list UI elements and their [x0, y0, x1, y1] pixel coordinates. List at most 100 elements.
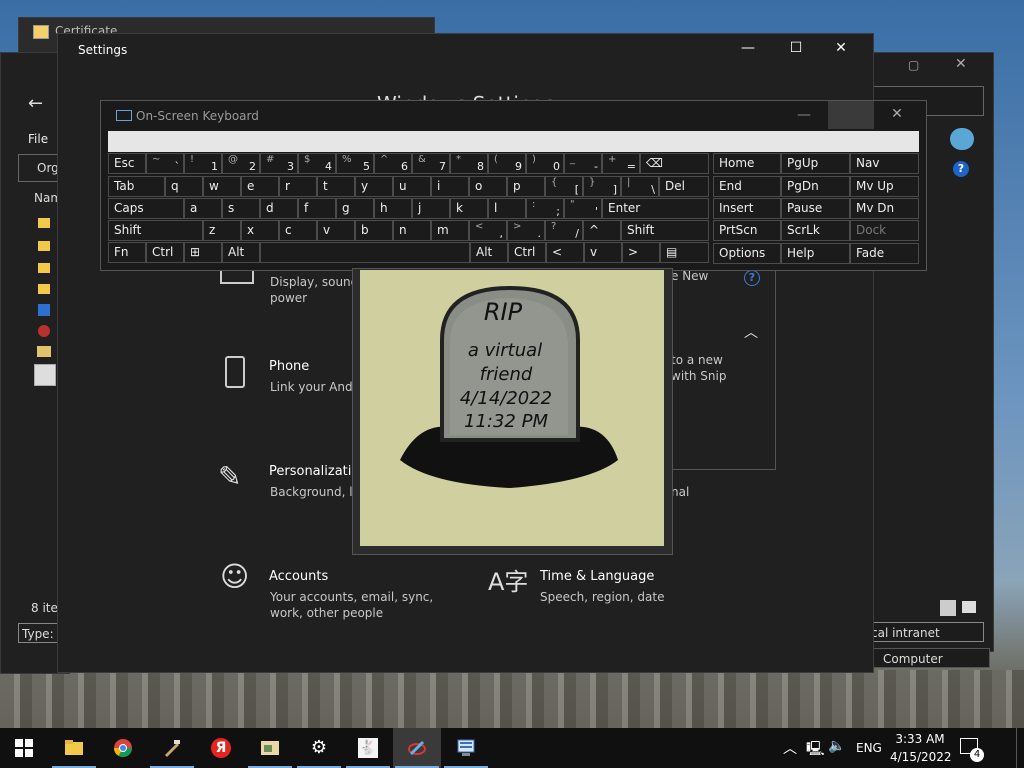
osk-key[interactable]: j [412, 198, 450, 219]
osk-key[interactable]: ^ [583, 220, 621, 241]
accounts-tile-title[interactable]: Accounts [269, 569, 328, 584]
osk-key[interactable]: v [317, 220, 355, 241]
osk-key[interactable]: ) 0 [526, 153, 564, 174]
osk-key[interactable]: a [184, 198, 222, 219]
osk-key[interactable]: u [393, 176, 431, 197]
osk-nav-key[interactable]: PgDn [781, 176, 850, 197]
osk-key[interactable]: & 7 [412, 153, 450, 174]
osk-key[interactable]: | \ [621, 176, 659, 197]
osk-key[interactable]: $4 [298, 153, 336, 174]
taskbar-paint[interactable] [393, 728, 441, 768]
details-view-icon[interactable] [940, 600, 956, 616]
osk-key[interactable]: o [469, 176, 507, 197]
document-icon[interactable] [38, 304, 50, 316]
clock-date[interactable]: 4/15/2022 [890, 750, 952, 764]
osk-key[interactable]: Alt [222, 242, 260, 263]
osk-nav-key[interactable]: Mv Dn [850, 198, 919, 219]
tray-chevron-up-icon[interactable]: ︿ [783, 738, 797, 758]
minimize-icon[interactable]: ▢ [908, 58, 919, 72]
osk-key[interactable]: b [355, 220, 393, 241]
osk-nav-key[interactable]: Insert [713, 198, 781, 219]
osk-nav-key[interactable]: Dock [850, 220, 919, 241]
shell-icon[interactable] [950, 128, 974, 150]
osk-key[interactable]: Shift [108, 220, 203, 241]
osk-key[interactable]: #3 [260, 153, 298, 174]
selected-file-icon[interactable] [34, 364, 56, 386]
osk-key[interactable]: z [203, 220, 241, 241]
osk-key[interactable]: ▤ [660, 242, 709, 263]
osk-key[interactable]: m [431, 220, 469, 241]
system-tile-subtitle[interactable]: Display, sound, power [270, 274, 362, 306]
osk-key[interactable] [260, 242, 470, 263]
osk-key[interactable]: s [222, 198, 260, 219]
osk-key[interactable]: + = [602, 153, 640, 174]
osk-key[interactable]: n [393, 220, 431, 241]
certificate-file-icon[interactable] [38, 325, 50, 337]
osk-key[interactable]: h [374, 198, 412, 219]
osk-key[interactable]: x [241, 220, 279, 241]
osk-key[interactable]: k [450, 198, 488, 219]
info-icon[interactable]: ? [744, 270, 760, 286]
osk-key[interactable]: * 8 [450, 153, 488, 174]
taskbar-image-viewer[interactable] [246, 728, 294, 768]
taskbar-network-app[interactable] [442, 728, 490, 768]
osk-nav-key[interactable]: End [713, 176, 781, 197]
folder-icon[interactable] [38, 263, 50, 273]
taskbar-rabbit-app[interactable]: 🐇 [344, 728, 392, 768]
taskbar-tool[interactable] [148, 728, 196, 768]
osk-key[interactable]: ~ ` [146, 153, 184, 174]
osk-key[interactable]: e [241, 176, 279, 197]
snip-text[interactable]: to a new with Snip [671, 352, 726, 384]
taskbar-yandex[interactable]: Я [197, 728, 245, 768]
osk-nav-key[interactable]: PgUp [781, 153, 850, 174]
osk-key[interactable]: _ - [564, 153, 602, 174]
taskbar-file-explorer[interactable] [50, 728, 98, 768]
osk-nav-key[interactable]: Pause [781, 198, 850, 219]
osk-key[interactable]: :; [526, 198, 564, 219]
osk-nav-key[interactable]: Nav [850, 153, 919, 174]
osk-key[interactable]: <, [469, 220, 507, 241]
osk-nav-key[interactable]: Options [713, 243, 781, 264]
settings-maximize-button[interactable]: ☐ [781, 40, 811, 56]
osk-close-button[interactable]: ✕ [882, 106, 912, 122]
osk-key[interactable]: < [546, 242, 584, 263]
osk-key[interactable]: y [355, 176, 393, 197]
folder-icon[interactable] [38, 218, 50, 228]
osk-key[interactable]: c [279, 220, 317, 241]
osk-key[interactable]: ^ 6 [374, 153, 412, 174]
osk-key[interactable]: d [260, 198, 298, 219]
large-icons-view-icon[interactable] [962, 601, 976, 613]
osk-key[interactable]: {[ [545, 176, 583, 197]
osk-key[interactable]: r [279, 176, 317, 197]
folder-icon[interactable] [38, 241, 50, 251]
taskbar-settings[interactable]: ⚙ [295, 728, 343, 768]
folder-icon[interactable] [38, 284, 50, 294]
osk-key[interactable]: f [298, 198, 336, 219]
settings-minimize-button[interactable]: — [733, 40, 763, 56]
osk-key[interactable]: g [336, 198, 374, 219]
osk-key[interactable]: Fn [108, 242, 146, 263]
osk-nav-key[interactable]: Help [781, 243, 850, 264]
osk-key[interactable]: ⊞ [184, 242, 222, 263]
network-icon[interactable]: 🖳 [806, 738, 825, 762]
osk-key[interactable]: ⌫ [640, 153, 709, 174]
osk-key[interactable]: ! 1 [184, 153, 222, 174]
osk-key[interactable]: }] [583, 176, 621, 197]
osk-key[interactable]: t [317, 176, 355, 197]
osk-maximize-button[interactable] [828, 101, 874, 129]
osk-minimize-button[interactable]: — [789, 107, 819, 123]
osk-key[interactable]: Tab [108, 176, 165, 197]
osk-key[interactable]: i [431, 176, 469, 197]
osk-key[interactable]: q [165, 176, 203, 197]
language-indicator[interactable]: ENG [856, 741, 882, 755]
chevron-up-icon[interactable]: ︿ [744, 322, 758, 342]
osk-key[interactable]: Caps [108, 198, 184, 219]
osk-key[interactable]: Enter [602, 198, 709, 219]
file-menu[interactable]: File [28, 132, 48, 146]
osk-nav-key[interactable]: Fade [850, 243, 919, 264]
phone-tile-title[interactable]: Phone [269, 359, 309, 374]
osk-key[interactable]: Del [659, 176, 709, 197]
osk-key[interactable]: Ctrl [146, 242, 184, 263]
file-icon[interactable] [37, 346, 51, 357]
osk-nav-key[interactable]: Home [713, 153, 781, 174]
